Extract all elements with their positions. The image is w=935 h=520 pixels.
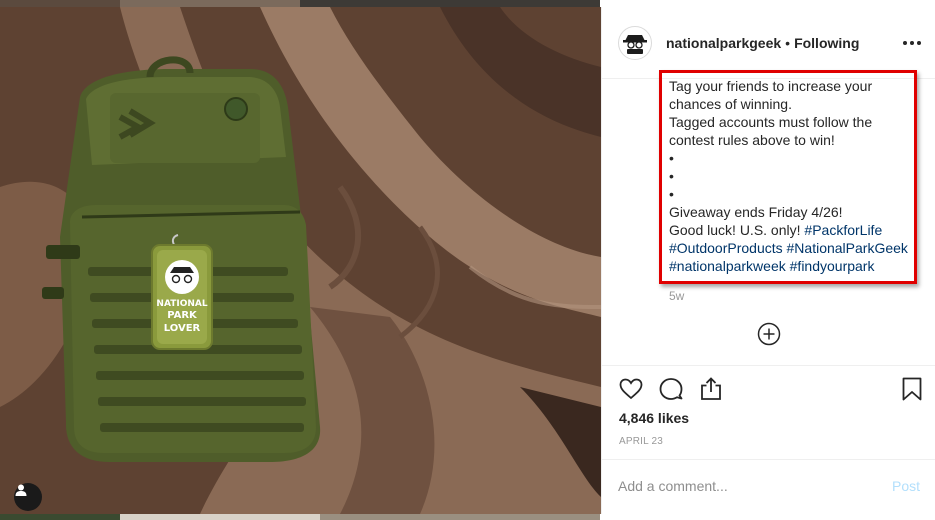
comment-input[interactable] [618,478,878,494]
comment-bubble-icon [659,378,683,400]
share-button[interactable] [698,376,724,402]
following-button[interactable]: Following [794,35,859,51]
caption-line: Giveaway ends Friday 4/26! [669,204,843,220]
plus-circle-icon [757,322,781,346]
post-side-panel: nationalparkgeek • Following Tag your fr… [601,7,935,514]
hashtag-link[interactable]: #PackforLife [804,222,882,238]
caption-line: • [669,186,674,202]
user-icon [15,484,27,496]
caption-line: contest rules above to win! [669,132,835,148]
caption-line: Tagged accounts must follow the [669,114,873,130]
caption-line: Tag your friends to increase your [669,78,873,94]
caption-line: #nationalparkweek #findyourpark [669,257,919,275]
tag-text-park: PARK [167,310,198,321]
hashtag-link[interactable]: #findyourpark [790,258,875,274]
more-dot-icon [903,41,907,45]
post-date: APRIL 23 [619,436,664,447]
hashtag-link[interactable]: #nationalparkweek [669,258,786,274]
share-icon [701,377,721,400]
more-dot-icon [917,41,921,45]
save-button[interactable] [899,376,925,402]
post-header: nationalparkgeek • Following [602,7,935,79]
likes-count[interactable]: 4,846 likes [619,410,689,426]
more-options-button[interactable] [902,33,922,53]
post-username[interactable]: nationalparkgeek [666,35,781,51]
avatar[interactable] [618,25,652,60]
caption-text: Good luck! U.S. only! [669,222,805,238]
caption-line: Good luck! U.S. only! #PackforLife [669,221,919,239]
post-actions [602,365,935,410]
tag-text-national: NATIONAL [156,299,207,309]
feed-strip-top [0,0,935,7]
caption-time-ago[interactable]: 5w [669,289,684,303]
caption-line: • [669,168,674,184]
load-more-comments-button[interactable] [757,322,781,346]
hashtag-link[interactable]: #NationalParkGeek [787,240,908,256]
like-button[interactable] [618,376,644,402]
caption-line: • [669,150,674,166]
user-tags-button[interactable] [14,483,42,511]
bookmark-icon [902,377,922,401]
caption-line: chances of winning. [669,96,792,112]
comment-bar: Post [602,459,935,514]
caption-line: #OutdoorProducts #NationalParkGeek [669,239,919,257]
post-comment-button[interactable]: Post [892,478,920,494]
backpack-photo-illustration: NATIONAL PARK LOVER [0,7,601,514]
comment-button[interactable] [658,376,684,402]
header-separator: • [785,34,791,51]
post-caption: Tag your friends to increase your chance… [669,77,919,275]
more-dot-icon [910,41,914,45]
feed-strip-bottom [0,514,935,520]
hashtag-link[interactable]: #OutdoorProducts [669,240,783,256]
heart-icon [619,378,643,400]
tag-text-lover: LOVER [164,323,201,334]
post-photo[interactable]: NATIONAL PARK LOVER [0,7,601,514]
national-park-geek-logo-icon [621,28,649,57]
